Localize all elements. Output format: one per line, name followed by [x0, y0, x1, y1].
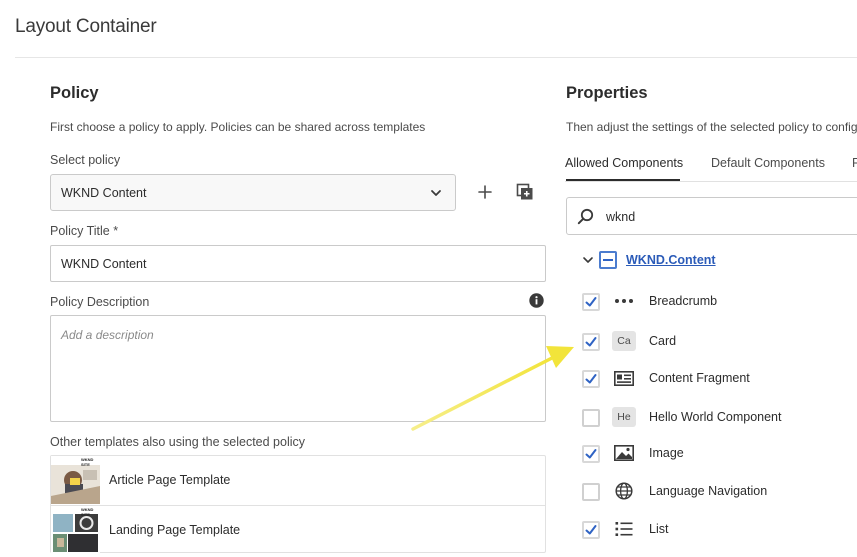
policy-title-label: Policy Title * [50, 224, 119, 238]
component-label: Image [649, 446, 684, 460]
component-label: Hello World Component [649, 410, 782, 424]
checkmark-icon [585, 449, 597, 459]
component-checkbox[interactable] [582, 333, 600, 351]
duplicate-policy-button[interactable] [514, 181, 536, 203]
properties-heading: Properties [566, 84, 648, 102]
checkmark-icon [585, 374, 597, 384]
image-icon [612, 442, 636, 464]
component-checkbox[interactable] [582, 409, 600, 427]
thumbnail-site-label: WKND SITE [81, 507, 94, 517]
list-icon [612, 518, 636, 540]
component-search-value: wknd [606, 210, 636, 224]
abbreviation-text: Ca [612, 331, 636, 351]
component-checkbox[interactable] [582, 370, 600, 388]
component-row-content-fragment: Content Fragment [582, 365, 857, 393]
policy-description-label: Policy Description [50, 295, 150, 309]
add-policy-button[interactable] [474, 181, 496, 203]
properties-helper-text: Then adjust the settings of the selected… [566, 120, 857, 134]
checkmark-icon [585, 525, 597, 535]
component-search-input[interactable]: wknd [566, 197, 857, 235]
policy-heading: Policy [50, 84, 99, 102]
component-label: Content Fragment [649, 371, 750, 385]
templates-label: Other templates also using the selected … [50, 435, 305, 449]
globe-icon [612, 480, 636, 502]
content-fragment-icon [612, 367, 636, 389]
plus-icon [478, 185, 492, 199]
active-tab-indicator [566, 179, 680, 181]
policy-select[interactable]: WKND Content [50, 174, 456, 211]
template-name: Article Page Template [109, 473, 231, 487]
policy-select-value: WKND Content [61, 186, 147, 200]
tab-default-components[interactable]: Default Components [711, 156, 825, 170]
chevron-down-icon[interactable] [582, 254, 594, 266]
group-indeterminate-checkbox[interactable] [599, 251, 617, 269]
template-name: Landing Page Template [109, 523, 241, 537]
search-icon [577, 208, 594, 225]
component-group-link[interactable]: WKND.Content [626, 253, 716, 267]
thumbnail-site-label: WKND SITE [81, 457, 94, 467]
template-row-landing[interactable]: WKND SITE Landing Page Template [51, 505, 545, 554]
chevron-down-icon [431, 190, 441, 196]
abbreviation-badge: He [612, 406, 636, 428]
component-row-list: List [582, 516, 857, 544]
component-row-language-navigation: Language Navigation [582, 478, 857, 506]
more-dots-icon [612, 290, 636, 312]
article-template-thumbnail: WKND SITE [51, 456, 100, 504]
policy-title-input[interactable]: WKND Content [50, 245, 546, 282]
duplicate-icon [516, 183, 533, 200]
abbreviation-badge: Ca [612, 330, 636, 352]
page-title: Layout Container [15, 16, 157, 37]
tabs-divider [565, 181, 857, 182]
component-checkbox[interactable] [582, 521, 600, 539]
component-row-card: Ca Card [582, 328, 857, 356]
select-policy-label: Select policy [50, 153, 121, 167]
landing-template-thumbnail: WKND SITE [51, 506, 100, 554]
policy-helper-text: First choose a policy to apply. Policies… [50, 120, 426, 134]
tab-responsive-settings[interactable]: R [852, 156, 857, 170]
component-row-hello-world: He Hello World Component [582, 404, 857, 432]
checkmark-icon [585, 297, 597, 307]
component-label: List [649, 522, 669, 536]
policy-description-placeholder: Add a description [61, 328, 154, 342]
component-label: Language Navigation [649, 484, 768, 498]
component-label: Breadcrumb [649, 294, 718, 308]
tab-allowed-components[interactable]: Allowed Components [565, 156, 683, 170]
properties-tabs: Allowed Components Default Components R [565, 150, 857, 182]
template-row-article[interactable]: WKND SITE Article Page Template [51, 456, 545, 505]
info-icon[interactable] [529, 293, 544, 308]
checkmark-icon [585, 337, 597, 347]
component-checkbox[interactable] [582, 445, 600, 463]
component-row-breadcrumb: Breadcrumb [582, 288, 857, 316]
title-divider [15, 57, 857, 58]
component-checkbox[interactable] [582, 483, 600, 501]
policy-title-value: WKND Content [61, 257, 147, 271]
abbreviation-text: He [612, 407, 636, 427]
component-row-image: Image [582, 440, 857, 468]
policy-description-textarea[interactable]: Add a description [50, 315, 546, 422]
component-label: Card [649, 334, 677, 348]
component-checkbox[interactable] [582, 293, 600, 311]
templates-list: WKND SITE Article Page Template WKND SIT… [50, 455, 546, 554]
